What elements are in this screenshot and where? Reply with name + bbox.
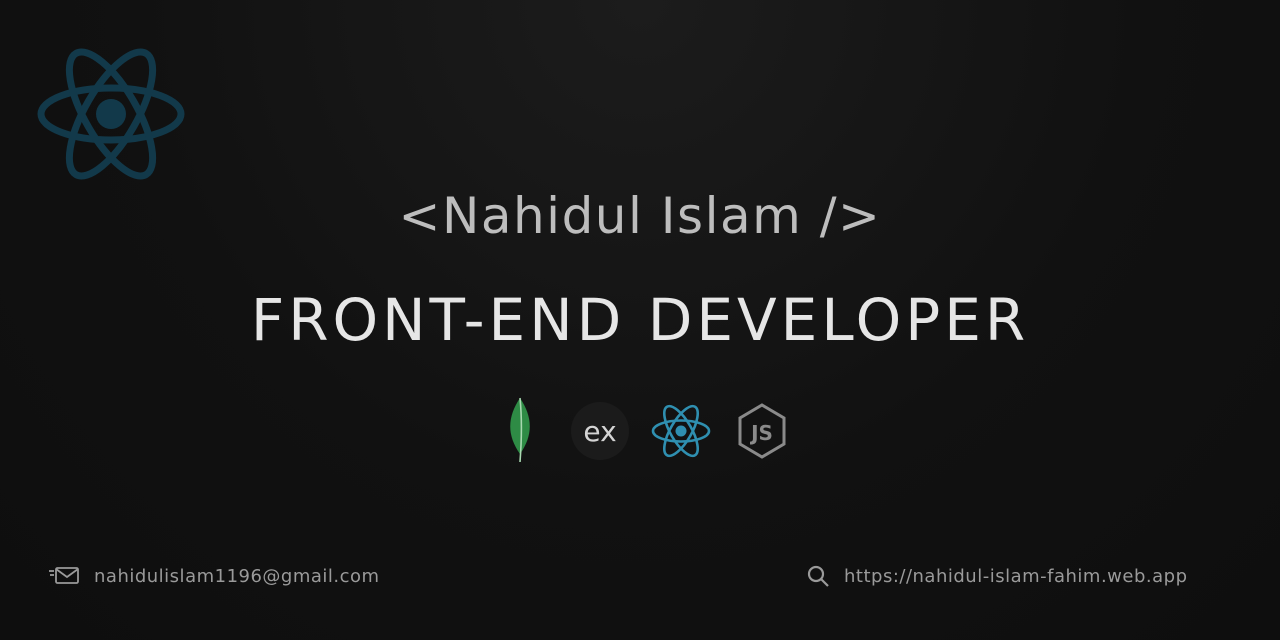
email-text: nahidulislam1196@gmail.com [94,565,380,587]
tech-stack-icons: ex JS [490,396,800,468]
name-heading: <Nahidul Islam /> [398,187,882,245]
portfolio-banner: <Nahidul Islam /> FRONT-END DEVELOPER ex… [0,0,1280,640]
role-heading: FRONT-END DEVELOPER [250,286,1030,354]
react-icon [651,404,711,458]
mongodb-leaf-icon [510,397,530,463]
nodejs-label: JS [749,421,773,445]
mail-icon [49,567,79,584]
express-icon: ex [571,402,629,460]
contact-email[interactable]: nahidulislam1196@gmail.com [48,562,380,590]
contact-website[interactable]: https://nahidul-islam-fahim.web.app [806,562,1188,590]
search-icon [807,565,829,587]
nodejs-icon: JS [738,403,786,459]
express-label: ex [583,415,616,448]
react-logo-icon [37,48,185,180]
website-text: https://nahidul-islam-fahim.web.app [844,565,1188,587]
